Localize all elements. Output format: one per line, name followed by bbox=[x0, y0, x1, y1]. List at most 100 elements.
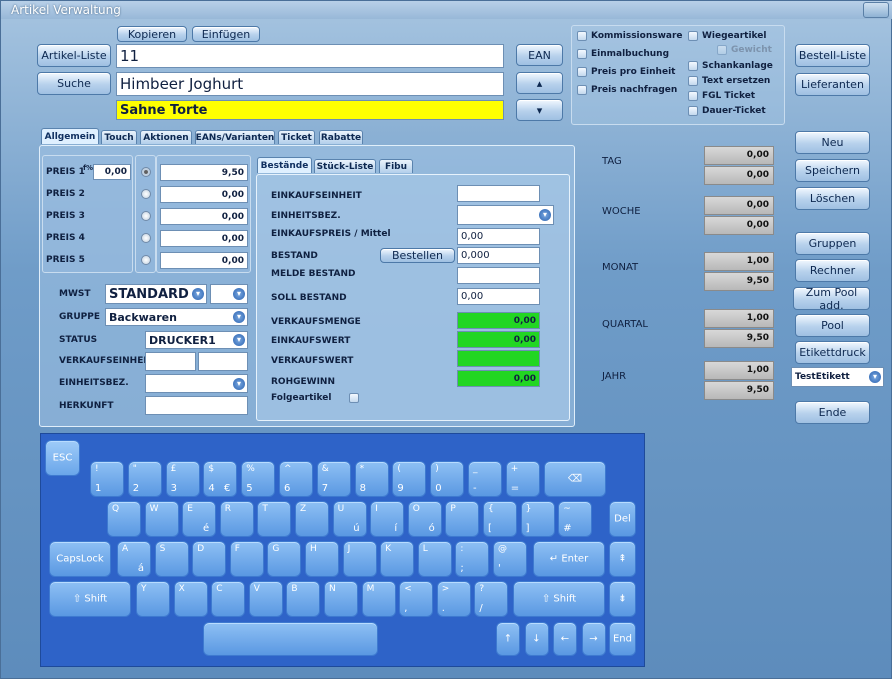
schankanlage-checkbox[interactable]: Schankanlage bbox=[688, 61, 773, 71]
bestell-liste-button[interactable]: Bestell-Liste bbox=[795, 44, 870, 67]
key[interactable]: Oó bbox=[407, 501, 442, 537]
key[interactable]: F bbox=[229, 541, 264, 577]
zum-pool-add-button[interactable]: Zum Pool add. bbox=[793, 286, 870, 312]
mwst-select[interactable]: STANDARD ▾ bbox=[105, 284, 207, 304]
key[interactable]: V bbox=[248, 581, 283, 617]
tab-touch[interactable]: Touch bbox=[101, 130, 137, 144]
wiegeartikel-checkbox[interactable]: Wiegeartikel bbox=[688, 31, 767, 41]
tab-aktionen[interactable]: Aktionen bbox=[140, 130, 192, 144]
price-field[interactable]: 0,00 bbox=[160, 186, 248, 203]
price-radio[interactable] bbox=[141, 167, 151, 177]
kommissionsware-checkbox[interactable]: Kommissionsware bbox=[577, 31, 683, 41]
key[interactable]: G bbox=[267, 541, 302, 577]
key[interactable]: ^ 6 bbox=[279, 461, 313, 497]
price-radio[interactable] bbox=[141, 189, 151, 199]
arrow-key[interactable]: ↓ bbox=[524, 622, 549, 656]
soll-bestand-field[interactable]: 0,00 bbox=[457, 288, 540, 305]
price-field[interactable]: 0,00 bbox=[160, 208, 248, 225]
key[interactable]: P bbox=[445, 501, 480, 537]
key[interactable]: B bbox=[286, 581, 321, 617]
backspace-key[interactable]: ⌫ bbox=[544, 461, 606, 497]
key[interactable]: Uú bbox=[332, 501, 367, 537]
folgeartikel-checkbox[interactable]: Folgeartikel bbox=[271, 393, 360, 403]
article-name-field[interactable]: Himbeer Joghurt bbox=[116, 72, 504, 96]
esc-key[interactable]: ESC bbox=[45, 440, 80, 476]
arrow-up-button[interactable]: ▴ bbox=[516, 72, 563, 94]
key[interactable]: + = bbox=[505, 461, 540, 497]
key[interactable]: ~ # bbox=[558, 501, 593, 537]
key[interactable]: S bbox=[154, 541, 189, 577]
key[interactable]: @ ' bbox=[493, 541, 527, 577]
herkunft-field[interactable] bbox=[145, 396, 248, 415]
ende-button[interactable]: Ende bbox=[795, 401, 870, 424]
space-key[interactable] bbox=[203, 622, 378, 656]
verkaufseinheit-field[interactable] bbox=[145, 352, 196, 371]
key[interactable]: Aá bbox=[117, 541, 151, 577]
shift-left-key[interactable]: ⇧ Shift bbox=[49, 581, 131, 617]
key[interactable]: " 2 bbox=[127, 461, 162, 497]
key[interactable]: W bbox=[144, 501, 179, 537]
key[interactable]: £3 bbox=[165, 461, 200, 497]
loeschen-button[interactable]: Löschen bbox=[795, 187, 870, 210]
bestaende-einheitsbez-select[interactable]: ▾ bbox=[457, 205, 554, 225]
article-number-field[interactable]: 11 bbox=[116, 44, 504, 68]
gruppen-button[interactable]: Gruppen bbox=[795, 232, 870, 255]
key[interactable]: ? / bbox=[474, 581, 509, 617]
price-radio[interactable] bbox=[141, 255, 151, 265]
einheitsbez-select[interactable]: ▾ bbox=[145, 374, 248, 393]
key[interactable]: Y bbox=[136, 581, 170, 617]
arrow-down-button[interactable]: ▾ bbox=[516, 99, 563, 121]
page-down-key[interactable]: ⇟ bbox=[609, 581, 636, 617]
key[interactable]: _ - bbox=[468, 461, 502, 497]
key[interactable]: ) 0 bbox=[430, 461, 465, 497]
status-select[interactable]: DRUCKER1 ▾ bbox=[145, 331, 248, 349]
kopieren-button[interactable]: Kopieren bbox=[117, 26, 187, 42]
arrow-key[interactable]: ← bbox=[553, 622, 577, 656]
tab-ticket[interactable]: Ticket bbox=[278, 130, 315, 144]
tab-allgemein[interactable]: Allgemein bbox=[41, 128, 99, 144]
pool-button[interactable]: Pool bbox=[795, 314, 870, 337]
subtab-fibu[interactable]: Fibu bbox=[379, 159, 413, 173]
key[interactable]: X bbox=[173, 581, 208, 617]
einkaufspreis-field[interactable]: 0,00 bbox=[457, 228, 540, 245]
tab-rabatte[interactable]: Rabatte bbox=[319, 130, 363, 144]
key[interactable]: :; bbox=[455, 541, 490, 577]
neu-button[interactable]: Neu bbox=[795, 131, 870, 154]
key[interactable]: % 5 bbox=[241, 461, 276, 497]
enter-key[interactable]: ↵ Enter bbox=[533, 541, 605, 577]
rechner-button[interactable]: Rechner bbox=[795, 259, 870, 282]
text-ersetzen-checkbox[interactable]: Text ersetzen bbox=[688, 76, 770, 86]
key[interactable]: Q bbox=[107, 501, 141, 537]
key[interactable]: $4 € bbox=[203, 461, 238, 497]
preis-nachfragen-checkbox[interactable]: Preis nachfragen bbox=[577, 85, 677, 95]
key[interactable]: J bbox=[342, 541, 377, 577]
einfuegen-button[interactable]: Einfügen bbox=[192, 26, 260, 42]
preis-pro-einheit-checkbox[interactable]: Preis pro Einheit bbox=[577, 67, 675, 77]
key[interactable]: M bbox=[361, 581, 396, 617]
price-radio[interactable] bbox=[141, 211, 151, 221]
key[interactable]: T bbox=[257, 501, 292, 537]
key[interactable]: K bbox=[380, 541, 415, 577]
subtab-bestnde[interactable]: Bestände bbox=[257, 157, 312, 173]
mwst-secondary-select[interactable]: ▾ bbox=[210, 284, 248, 304]
suche-button[interactable]: Suche bbox=[37, 72, 111, 95]
key[interactable]: & 7 bbox=[316, 461, 351, 497]
key[interactable]: (9 bbox=[392, 461, 427, 497]
bestand-field[interactable]: 0,000 bbox=[457, 247, 540, 264]
price-radio[interactable] bbox=[141, 233, 151, 243]
key[interactable]: C bbox=[211, 581, 246, 617]
key[interactable]: >. bbox=[436, 581, 471, 617]
bestellen-button[interactable]: Bestellen bbox=[380, 248, 455, 263]
melde-bestand-field[interactable] bbox=[457, 267, 540, 284]
einmalbuchung-checkbox[interactable]: Einmalbuchung bbox=[577, 49, 669, 59]
percent-field[interactable]: 0,00 bbox=[93, 164, 131, 180]
key[interactable]: H bbox=[305, 541, 339, 577]
tab-eansvarianten[interactable]: EANs/Varianten bbox=[195, 130, 275, 144]
price-field[interactable]: 0,00 bbox=[160, 230, 248, 247]
gruppe-select[interactable]: Backwaren ▾ bbox=[105, 308, 248, 326]
key[interactable]: Ií bbox=[370, 501, 405, 537]
key[interactable]: N bbox=[324, 581, 358, 617]
key[interactable]: Z bbox=[295, 501, 329, 537]
etikett-select[interactable]: TestEtikett ▾ bbox=[791, 367, 884, 387]
arrow-key[interactable]: ↑ bbox=[496, 622, 520, 656]
